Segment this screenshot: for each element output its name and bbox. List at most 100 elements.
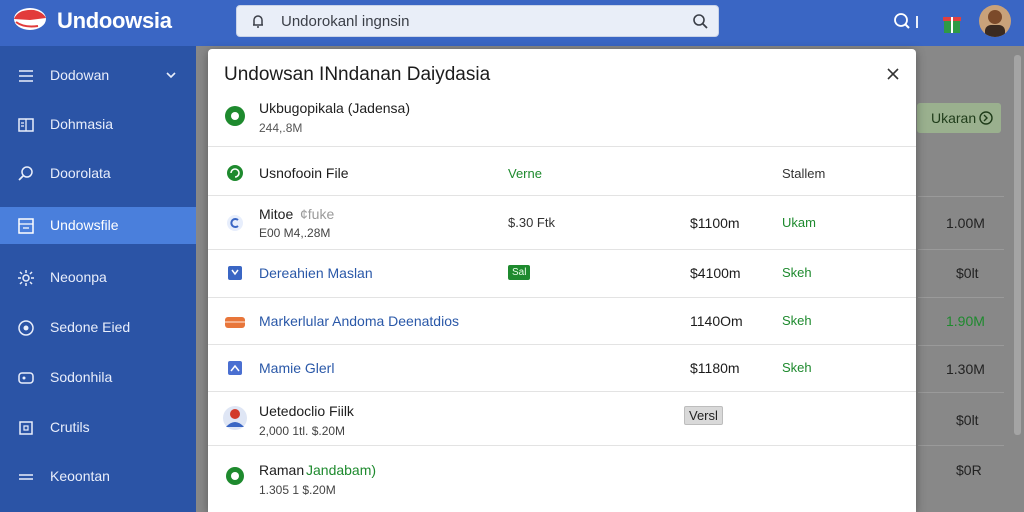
- sidebar-item-sedone-eied[interactable]: Sedone Eied: [0, 309, 196, 346]
- file-size: 2,000 1tl. $.20M: [259, 424, 346, 438]
- file-name-suffix: Jandabam): [306, 462, 377, 478]
- file-verne: $.30 Ftk: [508, 215, 555, 230]
- sidebar-item-label: Dodowan: [50, 67, 110, 83]
- top-bar: Undoowsia Undorokanl ingnsin: [0, 0, 1024, 46]
- sidebar-item-label: Keoontan: [50, 468, 110, 484]
- flag-logo-icon[interactable]: [10, 6, 46, 32]
- avatar-icon: [985, 10, 1005, 37]
- sidebar-item-label: Neoonpa: [50, 269, 107, 285]
- sidebar-item-sodonhila[interactable]: Sodonhila: [0, 359, 196, 396]
- search-icon[interactable]: [692, 13, 709, 30]
- selected-circle-icon: [226, 467, 244, 485]
- image-icon: [228, 361, 242, 375]
- file-amount: $1100m: [690, 215, 740, 231]
- selected-circle-icon: [225, 106, 245, 126]
- sidebar-item-label: Crutils: [50, 419, 90, 435]
- button-label: Ukaran: [931, 110, 977, 126]
- sidebar-item-dohmasia[interactable]: Dohmasia: [0, 106, 196, 143]
- divider: [918, 249, 1004, 250]
- person-avatar-icon: [223, 406, 247, 430]
- file-size: E00 M4,.28M: [259, 226, 331, 240]
- file-name-suffix: ¢fuke: [300, 206, 335, 222]
- search-icon: [18, 166, 33, 181]
- chevron-down-icon[interactable]: [165, 70, 177, 80]
- bg-value: 1.30M: [946, 361, 985, 377]
- file-status: Skeh: [782, 313, 812, 328]
- sidebar-item-crutils[interactable]: Crutils: [0, 409, 196, 446]
- folder-icon: [225, 317, 245, 328]
- column-header-status[interactable]: Stallem: [782, 166, 825, 181]
- divider: [918, 392, 1004, 393]
- tool-icon: [19, 421, 33, 435]
- lines-icon: [19, 474, 33, 480]
- divider: [918, 445, 1004, 446]
- column-header-verne[interactable]: Verne: [508, 166, 542, 181]
- document-icon: [228, 266, 242, 280]
- bg-value: $0lt: [956, 265, 979, 281]
- file-name[interactable]: Mamie Glerl: [259, 360, 334, 376]
- sidebar-item-label: Doorolata: [50, 165, 111, 181]
- app-brand: Undoowsia: [57, 8, 172, 33]
- divider: [918, 345, 1004, 346]
- sidebar-item-label: Dohmasia: [50, 116, 114, 132]
- file-name[interactable]: Dereahien Maslan: [259, 265, 373, 281]
- divider: [208, 249, 916, 250]
- bg-value: 1.00M: [946, 215, 985, 231]
- card-icon: [18, 372, 34, 384]
- ukaran-button[interactable]: Ukaran: [917, 103, 1001, 133]
- divider: [208, 146, 916, 147]
- bg-value: $0R: [956, 462, 982, 478]
- file-amount: $1180m: [690, 360, 740, 376]
- sidebar-item-neoonpa[interactable]: Neoonpa: [0, 259, 196, 296]
- bg-value: $0lt: [956, 412, 979, 428]
- scrollbar[interactable]: [1014, 55, 1021, 435]
- refresh-icon[interactable]: [226, 164, 244, 182]
- selected-file-name: Ukbugopikala (Jadensa): [259, 100, 410, 116]
- sidebar: Dodowan Dohmasia Doorolata Undowsfile Ne…: [0, 46, 196, 512]
- file-name[interactable]: Markerlular Andoma Deenatdios: [259, 313, 459, 329]
- bell-icon[interactable]: [250, 13, 266, 29]
- selected-file-size: 244,.8M: [259, 121, 303, 135]
- divider: [208, 297, 916, 298]
- close-icon[interactable]: [884, 65, 902, 83]
- divider: [918, 297, 1004, 298]
- file-status: Ukam: [782, 215, 816, 230]
- sidebar-item-undowsfile[interactable]: Undowsfile: [0, 207, 196, 244]
- sidebar-item-label: Sedone Eied: [50, 319, 131, 335]
- bg-value: 1.90M: [946, 313, 985, 329]
- file-name: Uetedoclio Fiilk: [259, 403, 354, 419]
- search-bar[interactable]: Undorokanl ingnsin: [236, 5, 719, 37]
- divider: [208, 195, 916, 196]
- gear-icon: [18, 270, 34, 286]
- file-icon: [18, 218, 34, 234]
- chevron-right-circle-icon: [979, 111, 993, 125]
- divider: [208, 344, 916, 345]
- sidebar-item-label: Undowsfile: [50, 217, 119, 233]
- file-status: Skeh: [782, 360, 812, 375]
- column-header-name[interactable]: Usnofooin File: [259, 165, 349, 181]
- version-badge[interactable]: Versl: [684, 406, 723, 425]
- divider: [918, 196, 1004, 197]
- sidebar-item-keoontan[interactable]: Keoontan: [0, 458, 196, 495]
- file-circle-icon: [227, 215, 243, 231]
- file-amount: $4100m: [690, 265, 741, 281]
- settings-circle-icon: [18, 320, 34, 336]
- notifications-search-icon[interactable]: [893, 12, 923, 32]
- file-status: Skeh: [782, 265, 812, 280]
- sidebar-item-doorolata[interactable]: Doorolata: [0, 155, 196, 192]
- divider: [208, 445, 916, 446]
- file-name: Mitoe: [259, 206, 294, 222]
- modal-title: Undowsan INndanan Daiydasia: [224, 64, 491, 85]
- file-amount: 1140Om: [690, 313, 743, 329]
- file-name: Raman: [259, 462, 305, 478]
- status-badge: Sal: [508, 265, 531, 280]
- sidebar-item-dodowan[interactable]: Dodowan: [0, 57, 196, 94]
- file-size: 1.305 1 $.20M: [259, 483, 336, 497]
- book-icon: [18, 118, 34, 132]
- sidebar-item-label: Sodonhila: [50, 369, 113, 385]
- search-input[interactable]: Undorokanl ingnsin: [281, 13, 409, 30]
- menu-icon: [19, 70, 33, 82]
- divider: [208, 391, 916, 392]
- gift-icon[interactable]: [941, 11, 963, 35]
- user-avatar[interactable]: [979, 5, 1011, 37]
